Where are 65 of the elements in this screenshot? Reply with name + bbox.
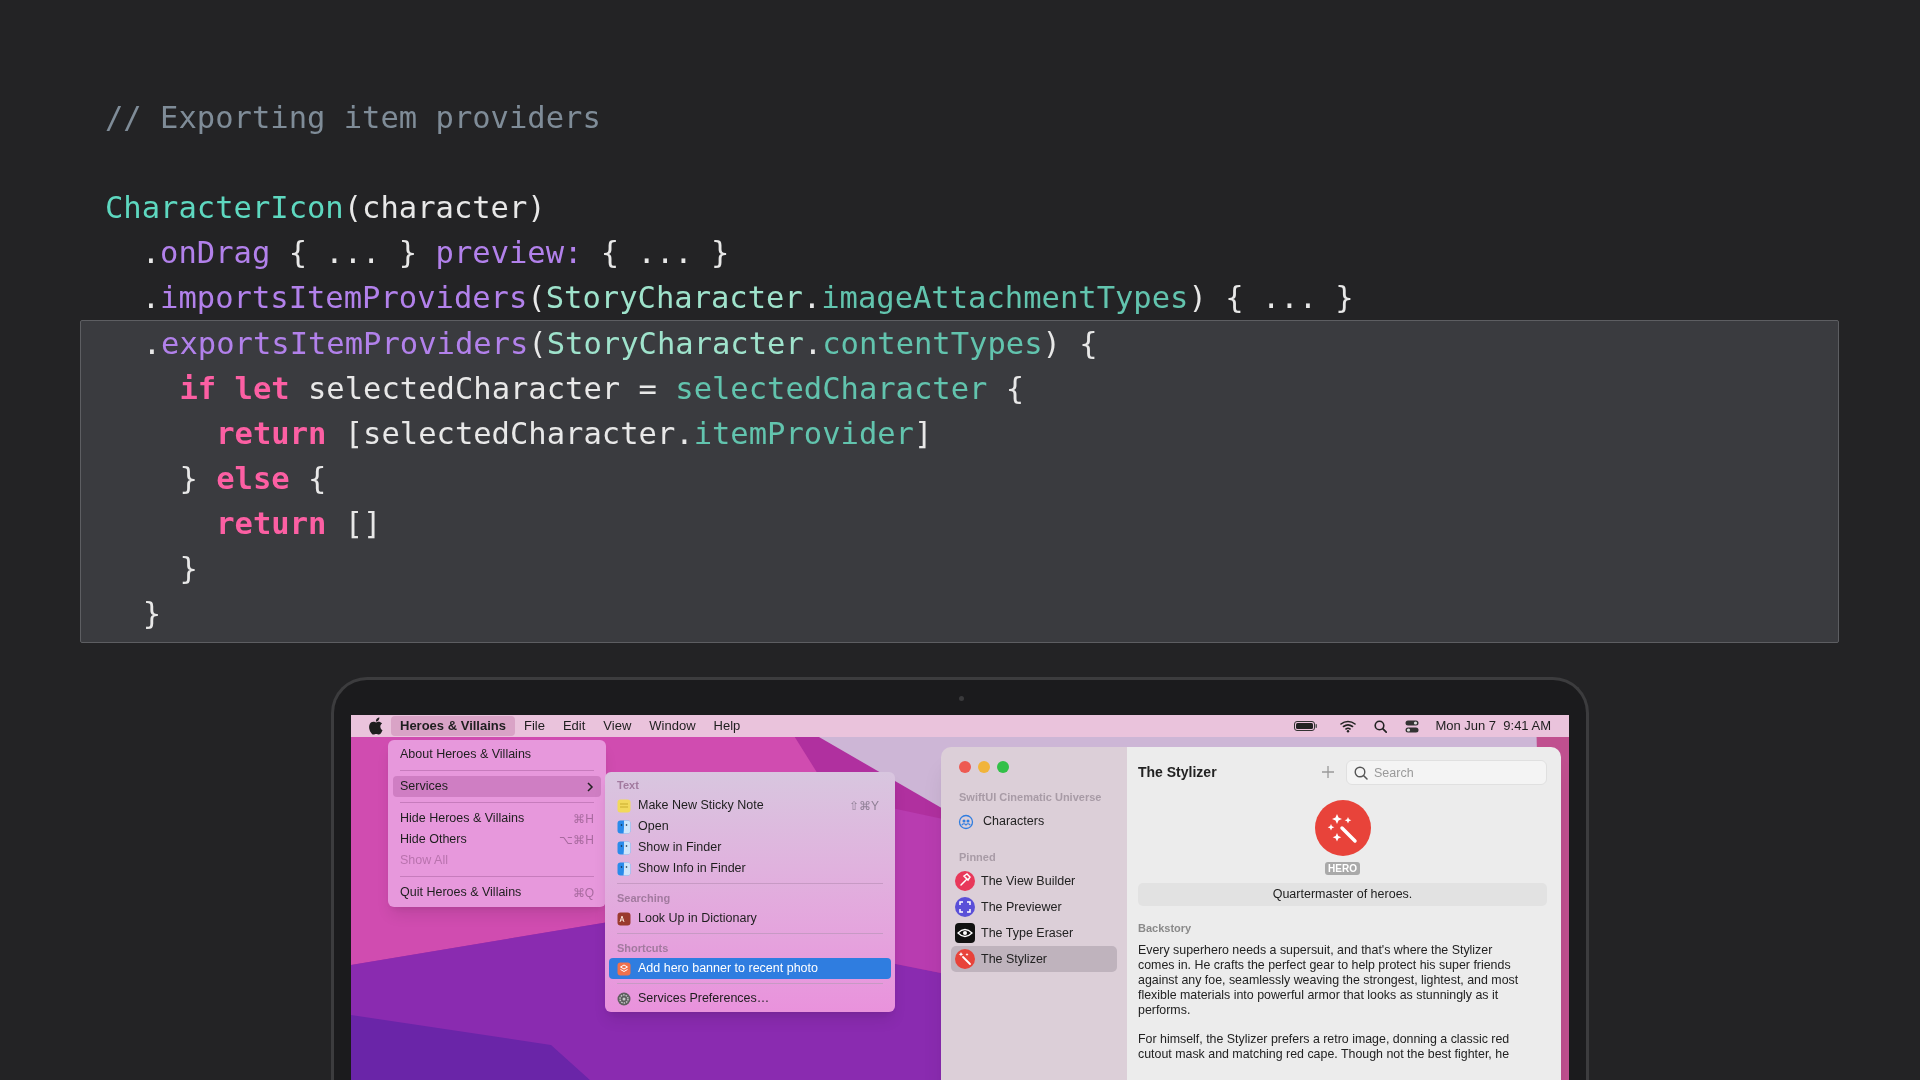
menu-bar-item[interactable]: Window [640,716,705,736]
settings-icon [617,991,631,1006]
menu-item[interactable]: Make New Sticky Note ⇧⌘Y [609,795,891,816]
menu-item[interactable]: Services [393,776,601,797]
code-line: CharacterIcon(character) [105,189,546,227]
sidebar-item[interactable]: The Previewer [951,894,1117,920]
finder-face-icon [617,819,631,834]
apple-icon[interactable] [369,717,383,735]
backstory-paragraph: Every superhero needs a supersuit, and that's where the Stylizer comes in. He crafts the perfect gear to help protect his super friends against any foe, seamlessly weaving the strongest, lightest, and most flexible materials into powerful armor that looks as stunningly as it performs. [1138,942,1520,1018]
code-line: return [selectedCharacter.itemProvider] [215,415,933,453]
menu-item[interactable]: Look Up in Dictionary [609,908,891,929]
menu-bar-item[interactable]: View [594,716,641,736]
zoom-button[interactable] [997,761,1009,773]
section-header: Shortcuts [616,940,670,956]
search-icon [1374,719,1388,733]
code-line: } [178,550,198,588]
clock: Mon Jun 7 9:41 AM [1435,717,1551,736]
magic-wand-icon [1314,800,1371,856]
sidebar-item[interactable]: Characters [951,808,1117,835]
menu-item[interactable]: Open [609,816,891,837]
section-header: Backstory [1138,921,1193,936]
sidebar-item[interactable]: The Type Eraser [951,920,1117,946]
add-icon[interactable] [1322,766,1334,778]
menu-item[interactable]: Show in Finder [609,837,891,858]
code-line: // Exporting item providers [105,99,601,137]
hero-badge: HERO [1325,862,1360,875]
wifi-icon [1340,719,1357,733]
people-icon [958,813,974,830]
section-header: Text [616,777,640,793]
menu-bar-item[interactable]: Heroes & Villains [391,716,515,736]
control-center-icon [1405,719,1420,733]
menu-item[interactable]: Quit Heroes & Villains ⌘Q [393,882,601,903]
menu-item[interactable]: Show Info in Finder [609,858,891,879]
menu-item[interactable]: Add hero banner to recent photo [609,958,891,979]
window-title: The Stylizer [1138,762,1217,782]
code-line: .importsItemProviders(StoryCharacter.imageAttachmentTypes) { ... } [140,279,1354,317]
search-field[interactable]: Search [1346,760,1547,785]
finder-face-icon [617,840,631,855]
code-line: } else { [178,460,327,498]
sidebar-item[interactable]: The Stylizer [951,946,1117,972]
minimize-button[interactable] [978,761,990,773]
menu-bar-item[interactable]: File [515,716,554,736]
code-line: .onDrag { ... } preview: { ... } [140,234,730,272]
sidebar-item[interactable]: The View Builder [951,868,1117,894]
menu-item[interactable]: Services Preferences… [609,988,891,1009]
backstory-paragraph: For himself, the Stylizer prefers a retro image, donning a classic red cutout mask and matching red cape. Though not the best fighter, he [1138,1031,1511,1062]
close-button[interactable] [959,761,971,773]
dictionary-icon [617,911,631,926]
sticky-note-icon [617,798,631,813]
section-header: Searching [616,890,672,906]
code-line: .exportsItemProviders(StoryCharacter.contentTypes) { [141,325,1098,363]
battery-icon [1294,721,1319,731]
menu-item[interactable]: About Heroes & Villains [393,744,601,765]
layers-icon [617,961,631,976]
menu-bar-item[interactable]: Edit [553,716,595,736]
code-line: } [141,595,162,633]
menu-item[interactable]: Hide Others ⌥⌘H [393,829,601,850]
search-icon [1354,765,1368,780]
code-line: return [] [215,505,382,543]
menu-bar-item[interactable]: Help [704,716,750,736]
code-line: if let selectedCharacter = selectedCharacter { [178,370,1025,408]
tagline-field[interactable]: Quartermaster of heroes. [1138,883,1547,906]
finder-face-icon [617,861,631,876]
chevron-right-icon [587,781,594,792]
menu-item[interactable]: Hide Heroes & Villains ⌘H [393,808,601,829]
